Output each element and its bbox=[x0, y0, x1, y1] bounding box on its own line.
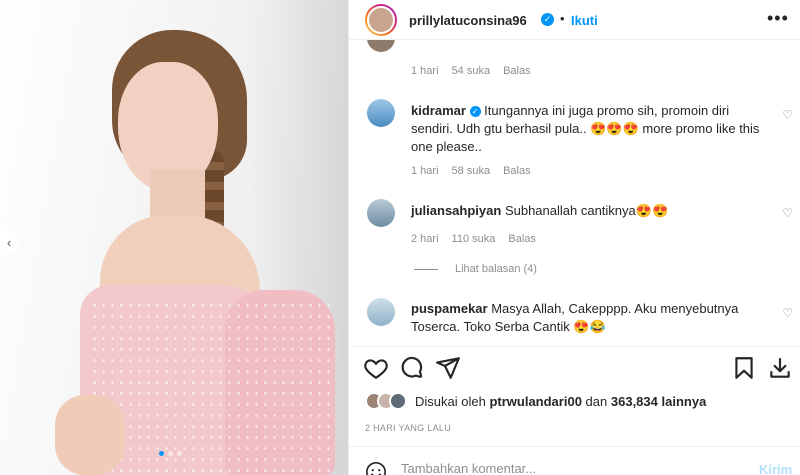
comment-input[interactable] bbox=[401, 461, 721, 475]
post-comment-button[interactable]: Kirim bbox=[759, 462, 792, 475]
share-icon[interactable] bbox=[435, 355, 461, 381]
likes-text: Disukai oleh ptrwulandari00 dan 363,834 … bbox=[415, 394, 706, 409]
view-replies-button[interactable]: Lihat balasan (4) bbox=[414, 263, 537, 275]
comment-meta: 2 hari 110 suka Balas bbox=[411, 233, 536, 245]
comment-like-icon[interactable]: ♡ bbox=[782, 206, 793, 220]
comment-avatar[interactable] bbox=[367, 40, 395, 52]
author-username[interactable]: prillylatuconsina96 bbox=[409, 13, 527, 28]
comment-meta: 1 hari 58 suka Balas bbox=[411, 165, 531, 177]
follow-button[interactable]: Ikuti bbox=[571, 13, 598, 28]
comment-like-icon[interactable]: ♡ bbox=[782, 108, 793, 122]
comment-avatar[interactable] bbox=[367, 99, 395, 127]
likes-middle: dan bbox=[585, 393, 608, 409]
heart-icon[interactable] bbox=[363, 355, 389, 381]
comment-avatar[interactable] bbox=[367, 298, 395, 326]
comment-time: 1 hari bbox=[411, 65, 439, 77]
comment-body: kidramar ✓ Itungannya ini juga promo sih… bbox=[411, 102, 761, 156]
comment-body: juliansahpiyan Subhanallah cantiknya😍😍 bbox=[411, 202, 761, 220]
comment-likes[interactable]: 110 suka bbox=[452, 233, 496, 245]
likes-suffix[interactable]: lainnya bbox=[662, 394, 707, 409]
emoji-icon[interactable] bbox=[365, 461, 387, 475]
comment-list[interactable]: 1 hari 54 suka Balas kidramar ✓ Itungann… bbox=[349, 40, 800, 346]
author-avatar-image bbox=[367, 6, 395, 34]
comment-likes[interactable]: 58 suka bbox=[452, 165, 491, 177]
comment-avatar[interactable] bbox=[367, 199, 395, 227]
carousel-dot bbox=[168, 451, 173, 456]
verified-icon: ✓ bbox=[469, 106, 481, 117]
post-time[interactable]: 2 HARI YANG LALU bbox=[365, 423, 451, 433]
likes-user[interactable]: ptrwulandari00 bbox=[489, 394, 581, 409]
photo-arm bbox=[55, 395, 125, 475]
photo-dress-sparkle bbox=[90, 300, 330, 475]
likes-prefix: Disukai oleh bbox=[415, 393, 486, 409]
comment-icon[interactable] bbox=[399, 355, 425, 381]
comment-time: 2 hari bbox=[411, 233, 439, 245]
author-avatar[interactable] bbox=[365, 4, 397, 36]
more-options-icon[interactable]: ••• bbox=[767, 8, 789, 29]
carousel-dot bbox=[159, 451, 164, 456]
carousel-dots bbox=[159, 451, 182, 456]
comment-username[interactable]: puspamekar bbox=[411, 301, 488, 316]
likes-count[interactable]: 363,834 bbox=[611, 394, 658, 409]
post-media[interactable]: ‹ bbox=[0, 0, 348, 475]
view-replies-label: Lihat balasan (4) bbox=[455, 263, 537, 275]
view-replies-line bbox=[414, 268, 438, 270]
comment-username[interactable]: kidramar bbox=[411, 103, 466, 118]
likes-summary[interactable]: Disukai oleh ptrwulandari00 dan 363,834 … bbox=[365, 392, 706, 410]
comment-meta: 1 hari 54 suka Balas bbox=[411, 65, 531, 77]
post-header: prillylatuconsina96 ✓ • Ikuti ••• bbox=[349, 0, 800, 40]
post-panel: prillylatuconsina96 ✓ • Ikuti ••• 1 hari… bbox=[348, 0, 800, 475]
add-comment-bar: Kirim bbox=[349, 446, 800, 475]
liker-avatar bbox=[389, 392, 407, 410]
header-separator: • bbox=[560, 11, 565, 26]
comment-body: puspamekar Masya Allah, Cakepppp. Aku me… bbox=[411, 300, 761, 336]
download-icon[interactable] bbox=[767, 355, 793, 381]
bookmark-icon[interactable] bbox=[731, 355, 757, 381]
action-bar bbox=[349, 346, 800, 390]
comment-like-icon[interactable]: ♡ bbox=[782, 306, 793, 320]
reply-button[interactable]: Balas bbox=[508, 233, 536, 245]
comment-time: 1 hari bbox=[411, 165, 439, 177]
reply-button[interactable]: Balas bbox=[503, 165, 531, 177]
comment-likes[interactable]: 54 suka bbox=[452, 65, 491, 77]
verified-icon: ✓ bbox=[541, 13, 554, 26]
comment-username[interactable]: juliansahpiyan bbox=[411, 203, 501, 218]
carousel-dot bbox=[177, 451, 182, 456]
reply-button[interactable]: Balas bbox=[503, 65, 531, 77]
comment-text: Subhanallah cantiknya😍😍 bbox=[504, 203, 669, 218]
